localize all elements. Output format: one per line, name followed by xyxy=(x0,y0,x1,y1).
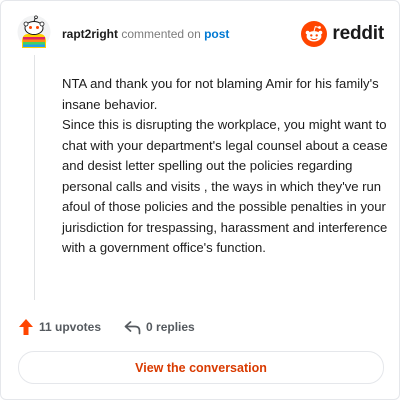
reply-arrow-icon xyxy=(124,320,141,334)
reply-count: 0 replies xyxy=(146,320,195,334)
post-link[interactable]: post xyxy=(204,27,229,41)
upvote-arrow-icon xyxy=(19,319,33,335)
upvote-button[interactable]: 11 upvotes xyxy=(18,318,101,336)
view-conversation-button[interactable]: View the conversation xyxy=(18,351,384,384)
comment-actions: 11 upvotes 0 replies xyxy=(18,318,195,336)
comment-paragraph: NTA and thank you for not blaming Amir f… xyxy=(62,76,379,112)
thread-line xyxy=(34,55,35,300)
username[interactable]: rapt2right xyxy=(62,27,118,41)
reply-button[interactable]: 0 replies xyxy=(124,320,195,335)
reddit-logo-icon xyxy=(301,21,328,47)
reddit-wordmark: reddit xyxy=(332,23,384,44)
comment-body: NTA and thank you for not blaming Amir f… xyxy=(62,74,392,259)
comment-card: rapt2right commented on post reddit NTA … xyxy=(0,0,400,400)
comment-header: rapt2right commented on post xyxy=(62,27,229,41)
upvote-count: 11 upvotes xyxy=(39,320,102,334)
comment-paragraph: Since this is disrupting the workplace, … xyxy=(62,117,388,255)
reddit-brand[interactable]: reddit xyxy=(301,21,384,47)
user-avatar[interactable] xyxy=(17,15,51,49)
commented-on-text: commented on xyxy=(121,27,201,41)
